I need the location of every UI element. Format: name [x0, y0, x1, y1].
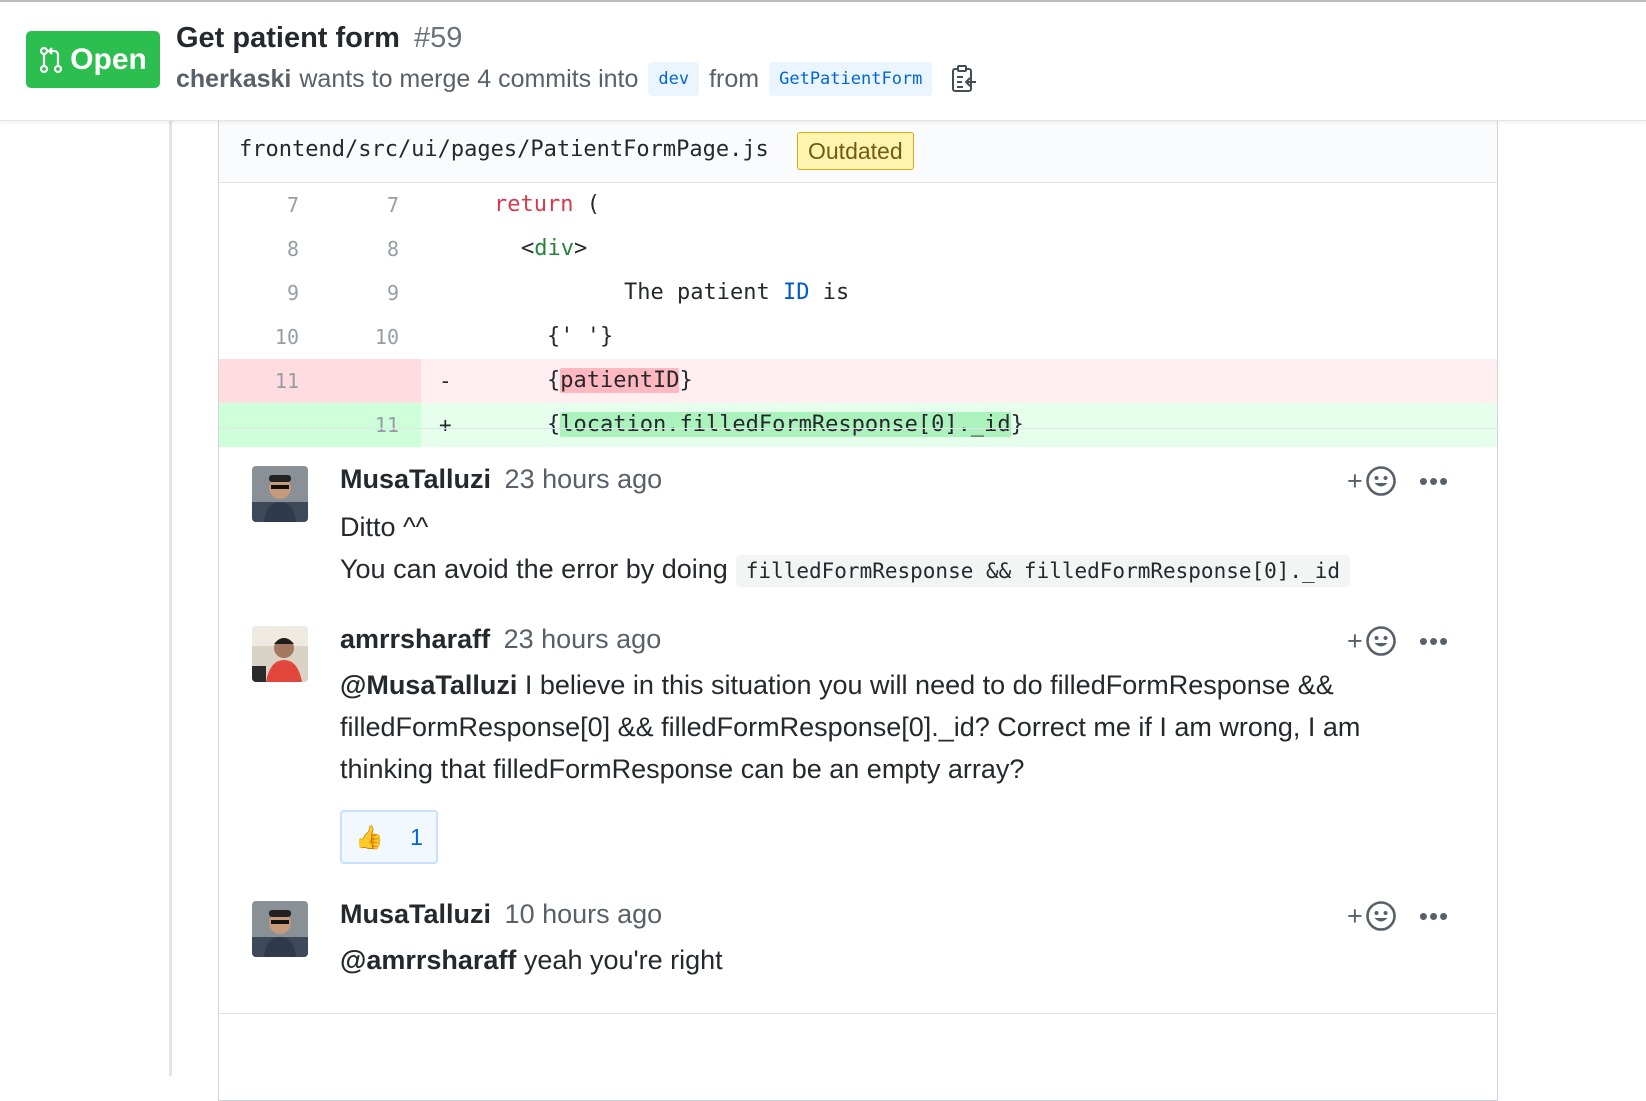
smiley-icon [1365, 466, 1396, 496]
kebab-horizontal-icon[interactable]: ••• [1417, 624, 1451, 658]
pr-title-text: Get patient form [176, 22, 400, 54]
reaction-count: 1 [410, 823, 423, 850]
comment-line: filledFormResponse[0] && filledFormRespo… [340, 712, 1361, 742]
add-reaction-button[interactable]: + [1347, 624, 1403, 658]
old-line-number[interactable]: 7 [219, 183, 299, 227]
code-line: {' '} [547, 324, 614, 349]
avatar[interactable] [252, 901, 308, 957]
diff-row: 9 9 The patient ID is [219, 271, 1497, 315]
kebab-horizontal-icon[interactable]: ••• [1417, 899, 1451, 933]
smiley-icon [1365, 626, 1396, 656]
add-reaction-button[interactable]: + [1347, 464, 1403, 498]
code-line: {patientID} [547, 368, 693, 393]
old-line-number[interactable]: 9 [219, 271, 299, 315]
pr-title: Get patient form #59 [176, 22, 462, 55]
new-line-number[interactable] [319, 359, 399, 403]
merge-text: wants to merge 4 commits into [299, 64, 639, 93]
outdated-badge: Outdated [797, 132, 914, 170]
pr-author-link[interactable]: cherkaski [176, 65, 291, 94]
diff-row-deletion: 11 - {patientID} [219, 359, 1497, 403]
old-line-number[interactable]: 11 [219, 359, 299, 403]
pr-number: #59 [414, 22, 463, 54]
avatar[interactable] [252, 466, 308, 522]
file-path-link[interactable]: frontend/src/ui/pages/PatientFormPage.js [239, 137, 769, 162]
plus-icon: + [1347, 625, 1363, 656]
smiley-icon [1365, 901, 1396, 931]
comment-header: amrrsharaff 23 hours ago [340, 624, 661, 655]
head-branch[interactable]: GetPatientForm [769, 62, 933, 96]
new-line-number[interactable]: 11 [319, 403, 399, 447]
thread-bottom-divider [219, 1013, 1497, 1014]
comment-timestamp[interactable]: 23 hours ago [504, 624, 662, 654]
from-text: from [709, 64, 760, 93]
comment-line: Ditto ^^ [340, 512, 429, 542]
comment-timestamp[interactable]: 23 hours ago [505, 464, 663, 494]
comment-line: @amrrsharaff yeah you're right [340, 945, 723, 975]
old-line-number[interactable]: 8 [219, 227, 299, 271]
comment-header: MusaTalluzi 10 hours ago [340, 899, 662, 930]
kebab-horizontal-icon[interactable]: ••• [1417, 464, 1451, 498]
comment-line: @MusaTalluzi I believe in this situation… [340, 670, 1334, 700]
diff-row: 7 7 return ( [219, 183, 1497, 227]
file-header: frontend/src/ui/pages/PatientFormPage.js… [219, 120, 1497, 183]
comment-author-link[interactable]: amrrsharaff [340, 624, 490, 654]
diff-row: 10 10 {' '} [219, 315, 1497, 359]
pr-status-label: Open [70, 42, 147, 76]
comment-body: @MusaTalluzi I believe in this situation… [340, 664, 1360, 790]
deletion-marker: - [439, 369, 452, 393]
pr-header: Open Get patient form #59 cherkaski want… [0, 0, 1646, 121]
user-mention-link[interactable]: @MusaTalluzi [340, 670, 517, 700]
new-line-number[interactable]: 10 [319, 315, 399, 359]
comment-author-link[interactable]: MusaTalluzi [340, 464, 491, 494]
code-line: {location.filledFormResponse[0]._id} [547, 412, 1024, 437]
addition-marker: + [439, 413, 452, 437]
old-line-number[interactable]: 10 [219, 315, 299, 359]
comment-line: thinking that filledFormResponse can be … [340, 754, 1025, 784]
diff-snippet: 7 7 return ( 8 8 <div> 9 9 The patient I… [219, 183, 1497, 447]
comment-header: MusaTalluzi 23 hours ago [340, 464, 662, 495]
user-mention-link[interactable]: @amrrsharaff [340, 945, 516, 975]
plus-icon: + [1347, 900, 1363, 931]
add-reaction-button[interactable]: + [1347, 899, 1403, 933]
new-line-number[interactable]: 7 [319, 183, 399, 227]
old-line-number[interactable] [219, 403, 299, 447]
top-border [0, 0, 1646, 2]
base-branch[interactable]: dev [648, 62, 700, 96]
pr-status-badge: Open [26, 31, 160, 88]
pr-meta: cherkaski wants to merge 4 commits into … [176, 62, 978, 96]
clipboard-copy-icon[interactable] [950, 64, 978, 94]
code-line: <div> [521, 236, 588, 261]
inline-code: filledFormResponse && filledFormResponse… [735, 555, 1351, 587]
diff-row: 8 8 <div> [219, 227, 1497, 271]
thumbs-up-reaction-button[interactable]: 👍 1 [340, 810, 438, 864]
diff-divider [219, 428, 1497, 429]
diff-row-addition: 11 + {location.filledFormResponse[0]._id… [219, 403, 1497, 447]
comment-body: @amrrsharaff yeah you're right [340, 939, 723, 981]
comment-author-link[interactable]: MusaTalluzi [340, 899, 491, 929]
comment-body: Ditto ^^ You can avoid the error by doin… [340, 506, 1351, 592]
comment-line: You can avoid the error by doing filledFo… [340, 548, 1351, 592]
code-line: The patient ID is [624, 280, 850, 305]
comment-timestamp[interactable]: 10 hours ago [505, 899, 663, 929]
review-thread: frontend/src/ui/pages/PatientFormPage.js… [218, 120, 1498, 1101]
git-pull-request-icon [40, 46, 63, 73]
timeline-line [169, 120, 172, 1076]
new-line-number[interactable]: 8 [319, 227, 399, 271]
code-line: return ( [494, 192, 600, 217]
plus-icon: + [1347, 465, 1363, 496]
new-line-number[interactable]: 9 [319, 271, 399, 315]
thumbs-up-icon: 👍 [355, 823, 384, 850]
avatar[interactable] [252, 626, 308, 682]
